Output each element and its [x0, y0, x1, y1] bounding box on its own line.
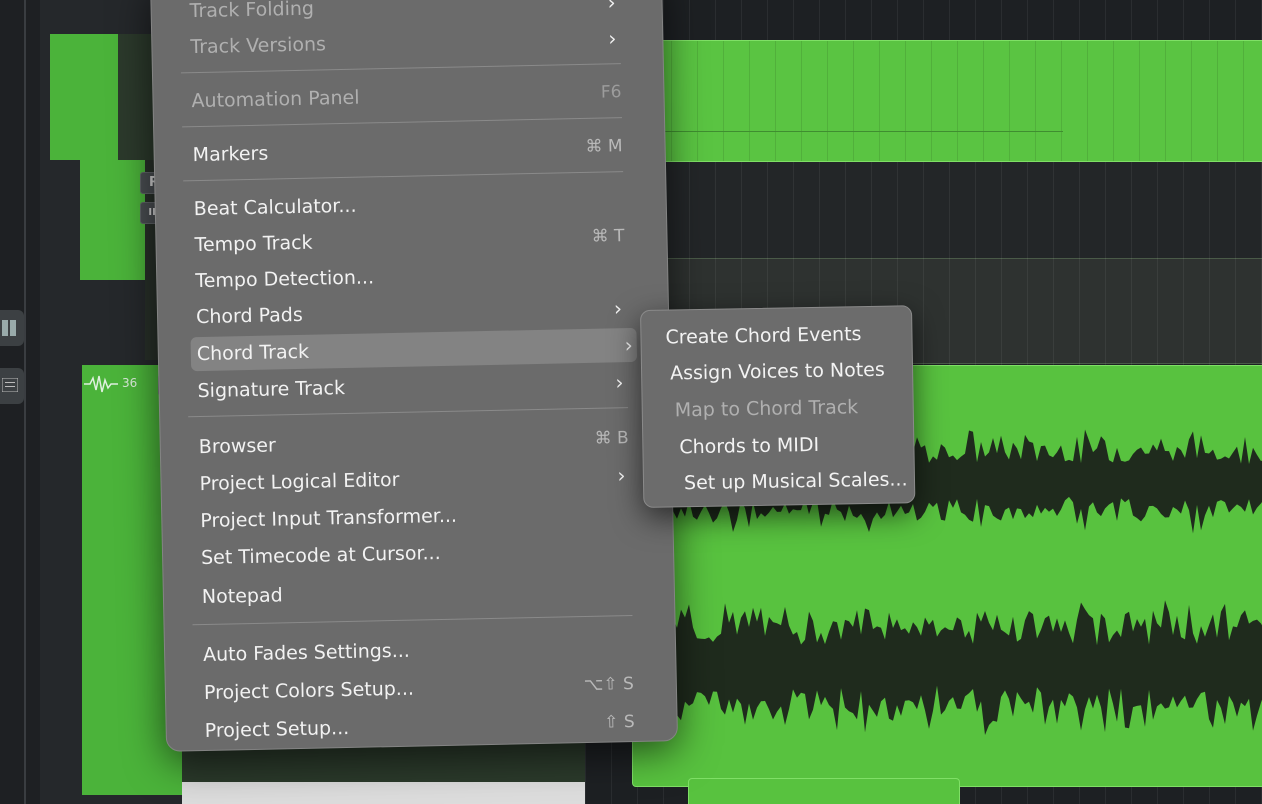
- audio-event[interactable]: [688, 778, 960, 804]
- menu-item-label: Project Input Transformer...: [200, 504, 458, 533]
- menu-separator: [182, 117, 622, 128]
- menu-item-label: Markers: [192, 142, 269, 167]
- menu-item-auto-fades-settings[interactable]: Auto Fades Settings...: [203, 629, 634, 672]
- menu-item-automation-panel[interactable]: Automation Panel F6: [191, 75, 622, 118]
- menu-item-label: Signature Track: [197, 377, 346, 403]
- toolbar-divider: [24, 0, 26, 804]
- menu-item-label: Track Folding: [189, 0, 315, 23]
- menu-item-label: Project Setup...: [204, 716, 350, 743]
- menu-separator: [180, 63, 621, 74]
- menu-item-label: Auto Fades Settings...: [202, 639, 411, 667]
- chevron-right-icon: ›: [624, 332, 634, 358]
- track-number: 36: [122, 376, 138, 390]
- media-bay-button[interactable]: [0, 310, 24, 346]
- submenu-item-assign-voices-to-notes[interactable]: Assign Voices to Notes: [670, 353, 885, 391]
- menu-item-label: Notepad: [201, 584, 283, 609]
- menu-item-notepad[interactable]: Notepad: [202, 571, 633, 614]
- menu-item-label: Project Colors Setup...: [203, 677, 415, 705]
- menu-separator: [192, 615, 633, 626]
- menu-item-project-setup[interactable]: Project Setup... ⇧ S: [204, 705, 635, 748]
- menu-item-shortcut: ⌥⇧ S: [583, 674, 635, 696]
- menu-item-project-colors-setup[interactable]: Project Colors Setup... ⌥⇧ S: [204, 667, 635, 710]
- menu-item-project-input-transformer[interactable]: Project Input Transformer...: [200, 495, 631, 538]
- left-toolbar: [0, 0, 41, 804]
- menu-item-set-timecode-at-cursor[interactable]: Set Timecode at Cursor...: [201, 532, 632, 575]
- menu-item-label: Automation Panel: [191, 86, 360, 113]
- chevron-right-icon: ›: [608, 26, 617, 51]
- event-grid: [593, 41, 1262, 161]
- track-color-strip: [80, 160, 145, 280]
- menu-item-track-versions[interactable]: Track Versions ›: [190, 21, 621, 64]
- submenu-item-set-up-musical-scales[interactable]: Set up Musical Scales...: [684, 462, 908, 500]
- menu-item-label: Tempo Track: [194, 231, 313, 257]
- menu-item-label: Set Timecode at Cursor...: [200, 542, 441, 570]
- menu-item-label: Chord Track: [196, 340, 310, 366]
- editor-button[interactable]: [0, 368, 24, 404]
- menu-item-signature-track[interactable]: Signature Track ›: [197, 365, 628, 408]
- chevron-right-icon: ›: [607, 0, 616, 15]
- chevron-right-icon: ›: [613, 296, 623, 321]
- menu-item-label: Project Logical Editor: [199, 468, 400, 496]
- waveform-icon: [84, 375, 118, 393]
- menu-item-project-logical-editor[interactable]: Project Logical Editor ›: [199, 458, 630, 501]
- midi-event[interactable]: [592, 40, 1262, 162]
- menu-item-shortcut: ⌘ M: [585, 136, 623, 157]
- menu-item-shortcut: ⇧ S: [603, 712, 635, 733]
- chevron-right-icon: ›: [615, 370, 624, 395]
- chevron-right-icon: ›: [617, 463, 626, 488]
- menu-item-browser[interactable]: Browser ⌘ B: [198, 421, 629, 464]
- daw-window: R III 36 m Track Folding › Track Version…: [0, 0, 1262, 804]
- menu-item-label: Browser: [198, 434, 277, 459]
- menu-item-label: Beat Calculator...: [193, 194, 357, 221]
- track-color-strip: [50, 34, 118, 160]
- project-context-menu: Track Folding › Track Versions › Automat…: [150, 0, 679, 752]
- submenu-item-create-chord-events[interactable]: Create Chord Events: [665, 317, 862, 354]
- menu-item-chord-track[interactable]: Chord Track ›: [190, 327, 638, 372]
- track-header[interactable]: [182, 782, 602, 804]
- menu-item-label: Tempo Detection...: [195, 266, 375, 293]
- menu-item-markers[interactable]: Markers ⌘ M: [192, 129, 623, 172]
- submenu-item-map-to-chord-track[interactable]: Map to Chord Track: [674, 390, 859, 427]
- menu-separator: [188, 407, 629, 418]
- menu-item-shortcut: ⌘ T: [591, 226, 625, 247]
- menu-item-label: Track Versions: [190, 33, 327, 59]
- menu-item-chord-pads[interactable]: Chord Pads ›: [196, 291, 627, 334]
- menu-item-label: Chord Pads: [195, 303, 303, 329]
- menu-separator: [183, 171, 624, 182]
- list-icon: [2, 378, 18, 392]
- submenu-item-chords-to-midi[interactable]: Chords to MIDI: [679, 428, 819, 464]
- menu-item-shortcut: F6: [600, 82, 622, 103]
- menu-item-shortcut: ⌘ B: [594, 428, 629, 449]
- chord-track-submenu: Create Chord Events Assign Voices to Not…: [640, 305, 916, 508]
- book-icon: [2, 320, 16, 336]
